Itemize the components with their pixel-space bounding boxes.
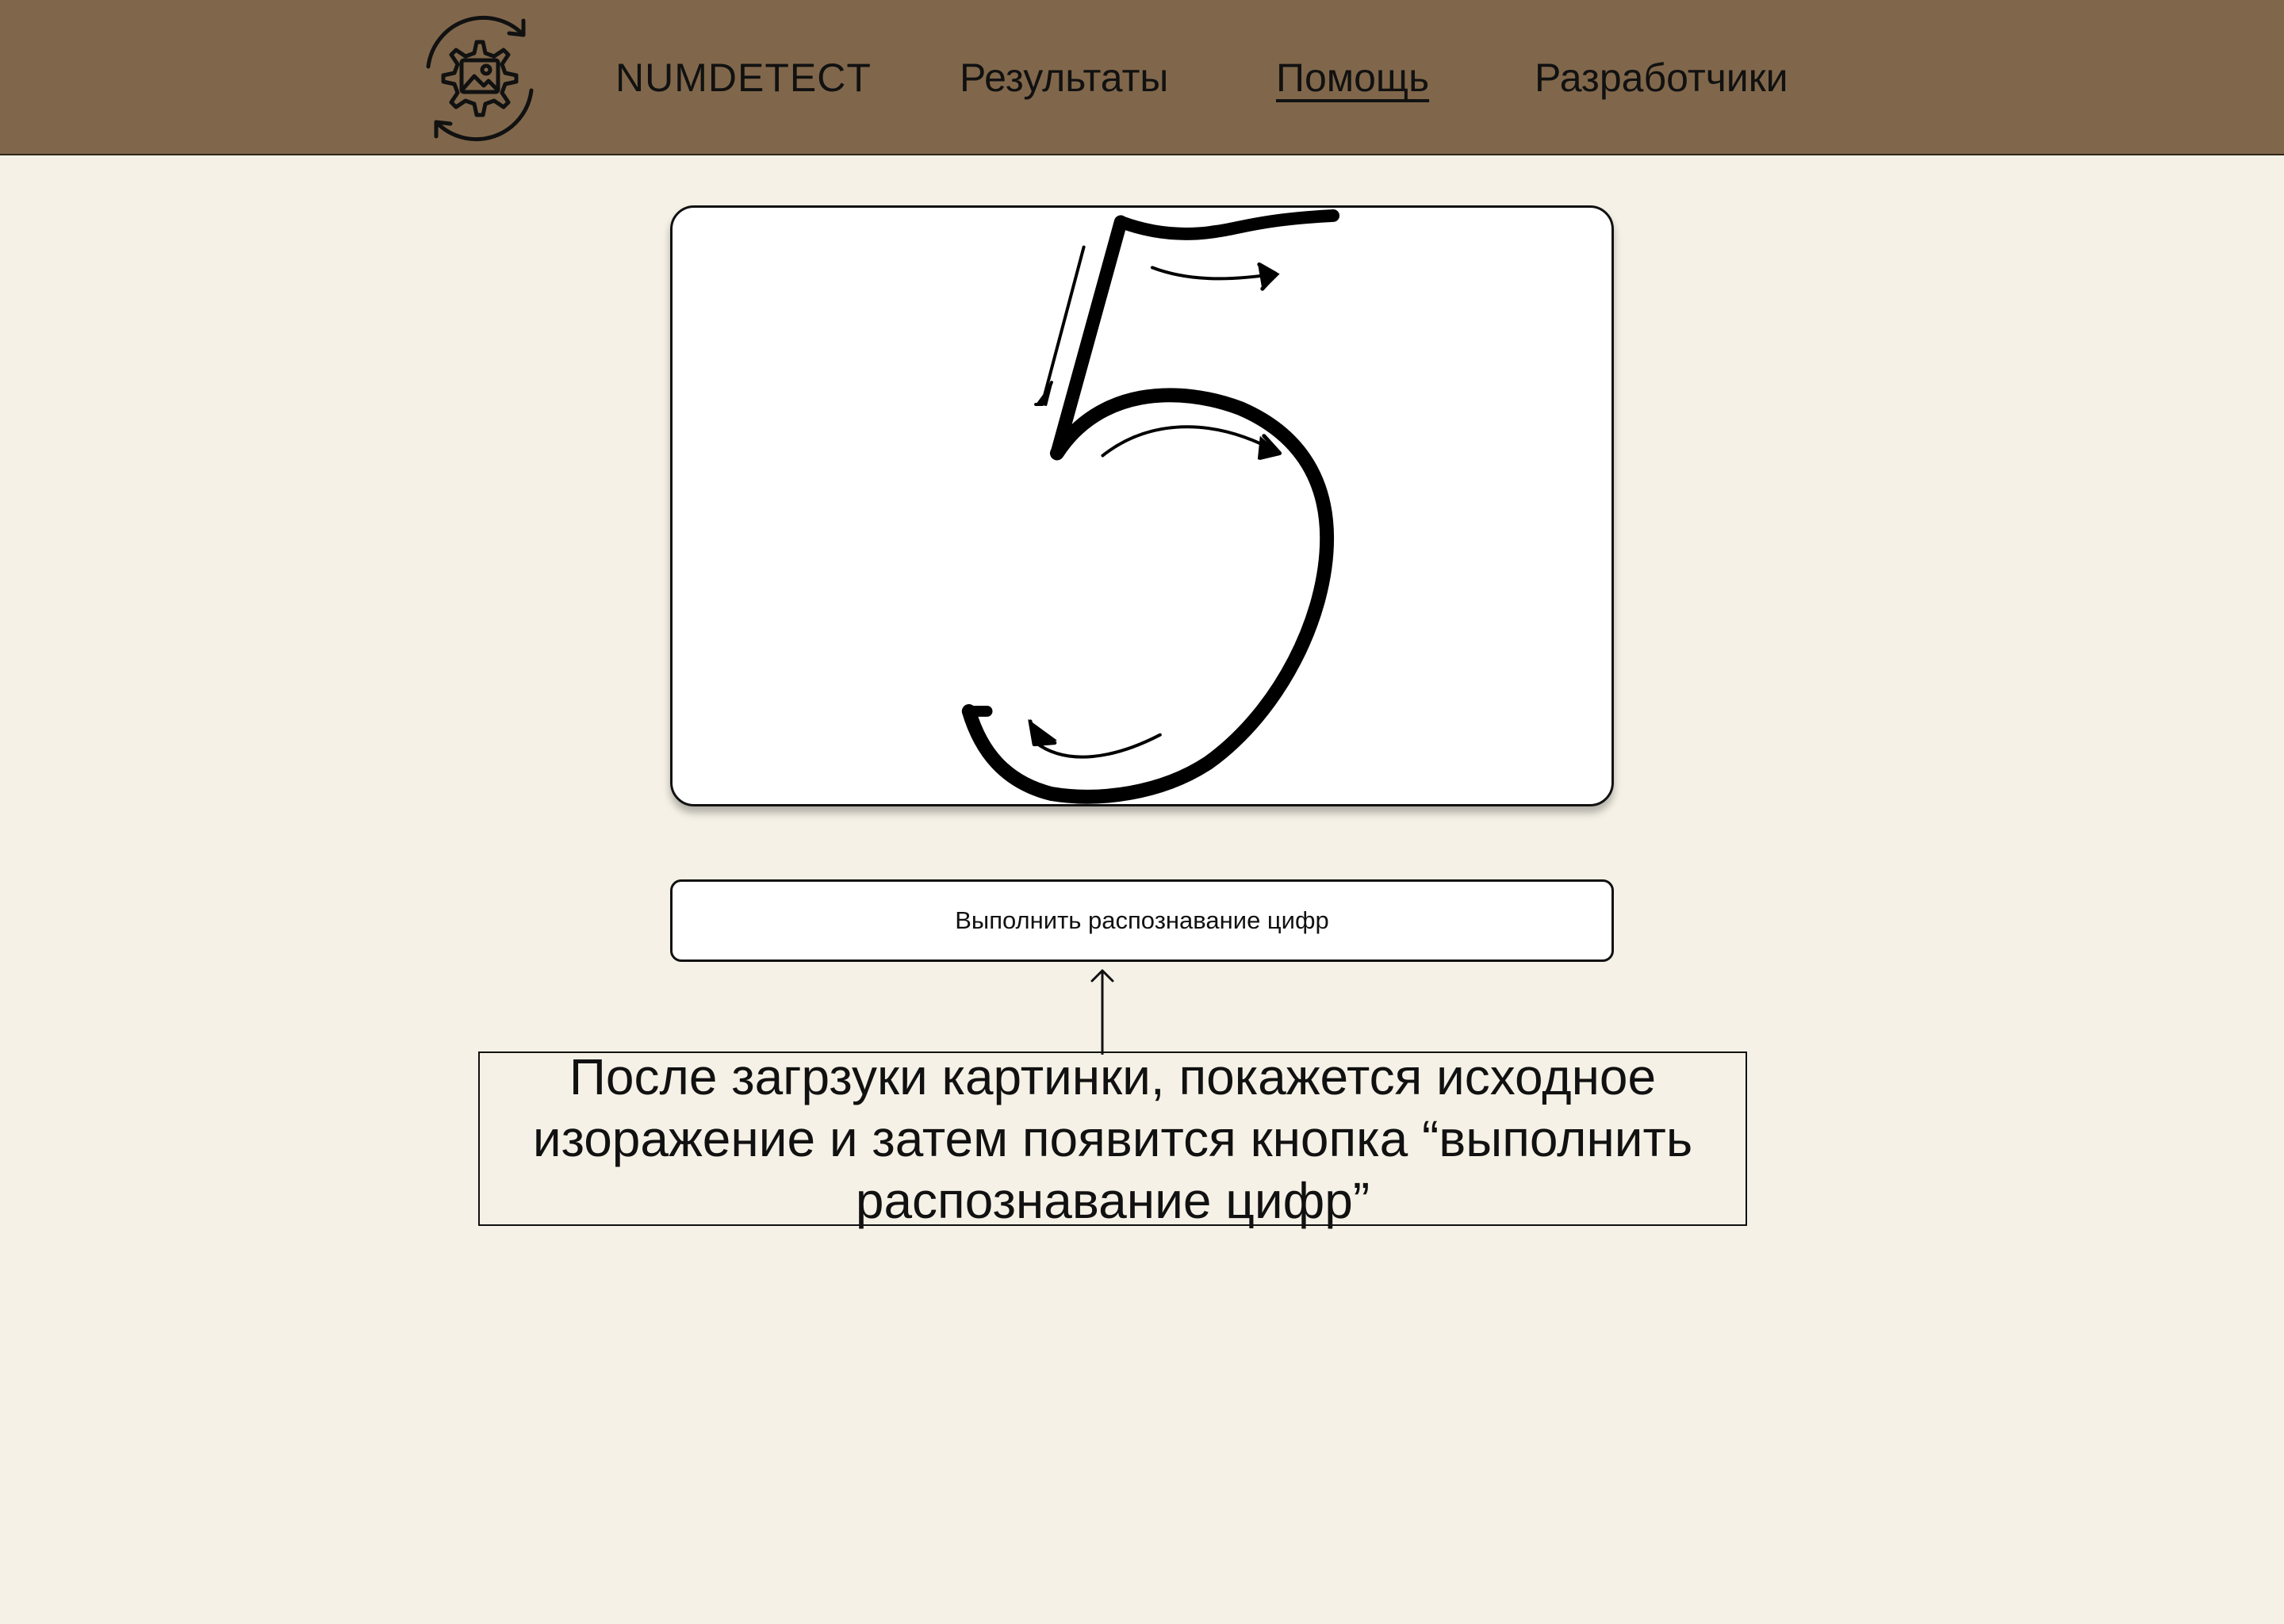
annotation-arrow-icon: [1086, 966, 1118, 1055]
annotation-text: После загрзуки картинки, покажется исход…: [532, 1048, 1693, 1229]
nav-brand-numdetect[interactable]: NUMDETECT: [615, 49, 872, 106]
recognize-digits-button[interactable]: Выполнить распознавание цифр: [670, 879, 1614, 962]
nav-link-developers[interactable]: Разработчики: [1535, 49, 1788, 106]
nav-link-help[interactable]: Помощь: [1276, 49, 1429, 106]
nav-link-results[interactable]: Результаты: [960, 49, 1168, 106]
gear-image-logo-icon[interactable]: [404, 11, 555, 146]
top-navbar: NUMDETECT Результаты Помощь Разработчики: [0, 0, 2284, 155]
annotation-note: После загрзуки картинки, покажется исход…: [478, 1048, 1747, 1229]
handwritten-digit-5-image: [961, 209, 1340, 804]
uploaded-image-preview: [670, 205, 1614, 806]
